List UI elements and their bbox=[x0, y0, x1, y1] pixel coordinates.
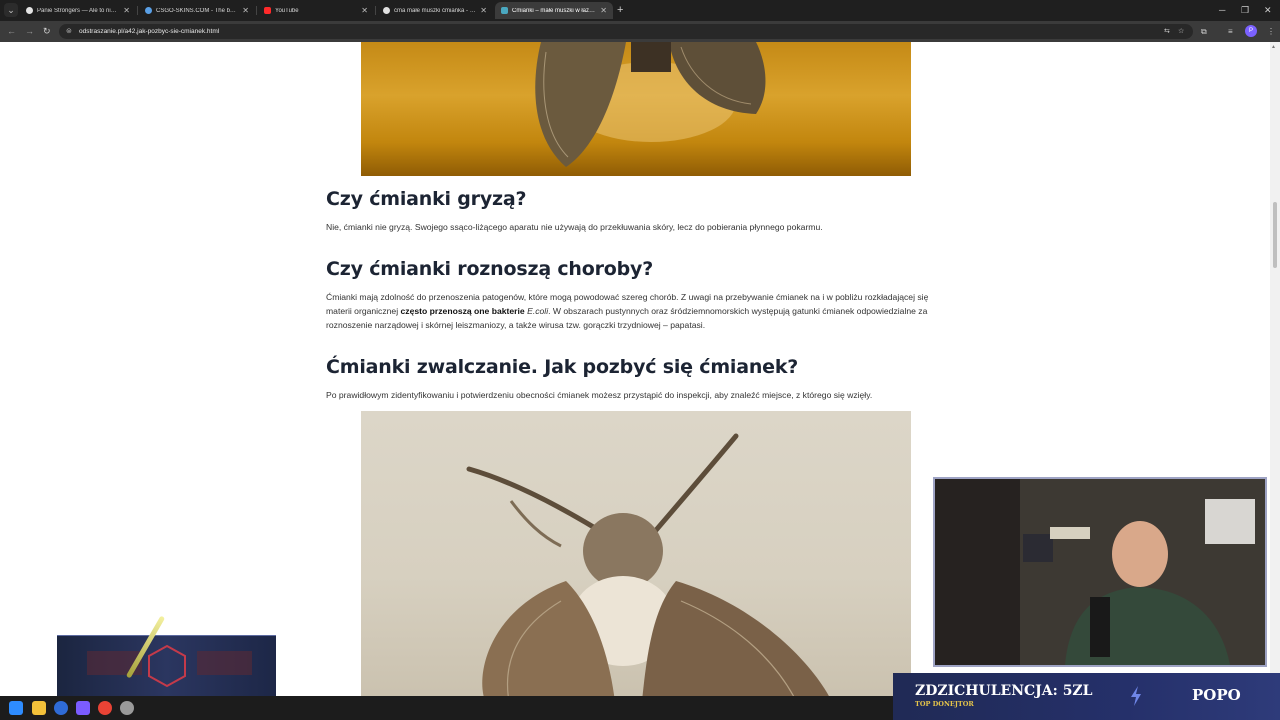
tab-title: Ćmianki – małe muszki w łazien bbox=[512, 7, 597, 14]
scroll-up-icon[interactable]: ▲ bbox=[1271, 44, 1276, 50]
tab-title: ćma małe muszki ćmianka - Sz bbox=[394, 7, 477, 14]
tab-1[interactable]: Panie Strongers — Ale to nie tu ✕ bbox=[20, 2, 136, 19]
paragraph-bold-text: często przenoszą one bakterie bbox=[400, 306, 525, 316]
stream-overlay-banner bbox=[57, 635, 276, 696]
tab-title: Panie Strongers — Ale to nie tu bbox=[37, 7, 120, 14]
donation-subtitle: TOP DONEJTOR bbox=[915, 700, 974, 708]
tab-5-active[interactable]: Ćmianki – małe muszki w łazien ✕ bbox=[495, 2, 613, 19]
file-explorer-icon[interactable] bbox=[32, 701, 46, 715]
maximize-icon[interactable]: ❐ bbox=[1241, 3, 1249, 17]
url-text[interactable]: odstraszanie.pl/a42,jak-pozbyc-sie-cmian… bbox=[79, 24, 219, 39]
tab-search-button[interactable]: ⌄ bbox=[4, 3, 18, 17]
scroll-thumb[interactable] bbox=[1273, 202, 1277, 268]
close-icon[interactable]: ✕ bbox=[361, 6, 368, 15]
lightning-icon bbox=[1131, 686, 1141, 706]
bookmark-star-icon[interactable]: ☆ bbox=[1178, 26, 1184, 37]
windows-taskbar bbox=[0, 696, 893, 720]
close-window-icon[interactable]: ✕ bbox=[1264, 3, 1272, 17]
donation-text: ZDZICHULENCJA: 5ZL bbox=[915, 683, 1093, 699]
new-tab-button[interactable]: + bbox=[617, 3, 623, 17]
heading-diseases: Czy ćmianki roznoszą choroby? bbox=[326, 258, 654, 280]
close-icon[interactable]: ✕ bbox=[480, 6, 487, 15]
heading-bite: Czy ćmianki gryzą? bbox=[326, 188, 527, 210]
google-icon bbox=[383, 7, 390, 14]
translate-icon[interactable]: ⇆ bbox=[1164, 26, 1170, 37]
heading-control: Ćmianki zwalczanie. Jak pozbyć się ćmian… bbox=[326, 356, 799, 378]
reload-icon[interactable]: ↻ bbox=[43, 25, 51, 38]
address-bar[interactable]: ⊜ odstraszanie.pl/a42,jak-pozbyc-sie-cmi… bbox=[59, 24, 1193, 39]
tab-title: YouTube bbox=[275, 7, 299, 14]
forward-arrow-icon[interactable]: → bbox=[25, 25, 34, 38]
discord-icon[interactable] bbox=[76, 701, 90, 715]
site-info-icon[interactable]: ⊜ bbox=[66, 26, 72, 37]
youtube-icon bbox=[264, 7, 271, 14]
extensions-icon[interactable]: ⧉ bbox=[1201, 26, 1207, 37]
close-icon[interactable]: ✕ bbox=[242, 6, 249, 15]
media-control-icon[interactable]: ≡ bbox=[1228, 26, 1233, 37]
moth-photo-bottom bbox=[361, 411, 911, 696]
page-scrollbar[interactable]: ▲ bbox=[1270, 42, 1280, 696]
globe-icon bbox=[145, 7, 152, 14]
tab-title: CSGO-SKINS.COM - The best C bbox=[156, 7, 239, 14]
donation-alert: ZDZICHULENCJA: 5ZL TOP DONEJTOR POPO bbox=[893, 673, 1280, 720]
webcam-feed bbox=[933, 477, 1267, 667]
profile-avatar[interactable]: P bbox=[1245, 25, 1257, 37]
back-arrow-icon[interactable]: ← bbox=[7, 25, 16, 38]
minimize-icon[interactable]: ─ bbox=[1219, 3, 1225, 17]
paragraph-diseases: Ćmianki mają zdolność do przenoszenia pa… bbox=[326, 290, 950, 332]
site-icon bbox=[501, 7, 508, 14]
paragraph-control: Po prawidłowym zidentyfikowaniu i potwie… bbox=[326, 390, 873, 400]
donor-name: POPO bbox=[1192, 686, 1241, 704]
chrome-icon[interactable] bbox=[98, 701, 112, 715]
windows-start-icon[interactable] bbox=[9, 701, 23, 715]
close-icon[interactable]: ✕ bbox=[600, 6, 607, 15]
browser-tab-strip: ⌄ Panie Strongers — Ale to nie tu ✕ CSGO… bbox=[0, 0, 1280, 21]
close-icon[interactable]: ✕ bbox=[123, 6, 130, 15]
browser-app-icon[interactable] bbox=[54, 701, 68, 715]
tab-divider bbox=[137, 6, 138, 15]
tab-divider bbox=[375, 6, 376, 15]
more-menu-icon[interactable]: ⋮ bbox=[1267, 26, 1275, 37]
tiktok-icon bbox=[26, 7, 33, 14]
tab-3[interactable]: YouTube ✕ bbox=[258, 2, 374, 19]
tab-4[interactable]: ćma małe muszki ćmianka - Sz ✕ bbox=[377, 2, 493, 19]
paragraph-italic-text: E.coli bbox=[527, 306, 549, 316]
tab-2[interactable]: CSGO-SKINS.COM - The best C ✕ bbox=[139, 2, 255, 19]
steam-icon[interactable] bbox=[120, 701, 134, 715]
moth-photo-top bbox=[361, 42, 911, 176]
browser-toolbar: ← → ↻ ⊜ odstraszanie.pl/a42,jak-pozbyc-s… bbox=[0, 21, 1280, 42]
tab-divider bbox=[256, 6, 257, 15]
paragraph-bite: Nie, ćmianki nie gryzą. Swojego ssąco-li… bbox=[326, 222, 823, 232]
